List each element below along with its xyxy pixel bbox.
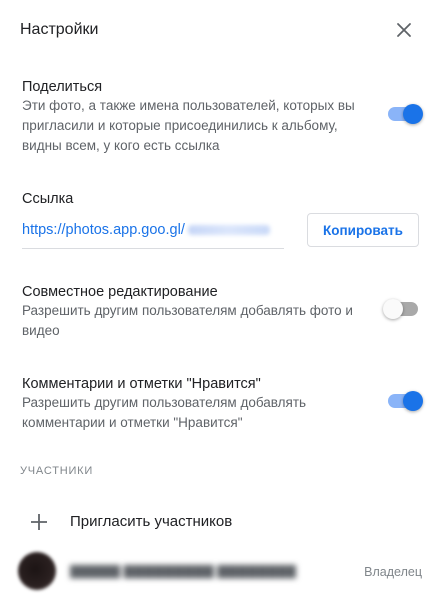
- link-title: Ссылка: [22, 191, 74, 207]
- panel-title: Настройки: [20, 21, 99, 38]
- collab-description: Разрешить другим пользователям добавлять…: [22, 303, 353, 338]
- share-toggle-thumb: [403, 104, 423, 124]
- close-button[interactable]: [392, 18, 416, 42]
- share-link-field[interactable]: https://photos.app.goo.gl/: [22, 218, 284, 249]
- close-icon: [397, 23, 411, 37]
- share-link-url: https://photos.app.goo.gl/: [22, 222, 185, 238]
- collab-title: Совместное редактирование: [22, 284, 218, 300]
- avatar: [18, 552, 56, 590]
- member-row: ▇▇▇▇▇ ▇▇▇▇▇▇▇▇▇ ▇▇▇▇▇▇▇▇▇▇▇▇▇▇ Владелец: [18, 552, 428, 592]
- comments-toggle-thumb: [403, 391, 423, 411]
- copy-link-button[interactable]: Копировать: [307, 213, 419, 247]
- collab-toggle-thumb: [383, 299, 403, 319]
- share-link-redacted: [187, 225, 270, 236]
- plus-icon: [31, 514, 47, 530]
- share-link-text[interactable]: https://photos.app.goo.gl/: [22, 220, 270, 240]
- share-description: Эти фото, а также имена пользователей, к…: [22, 98, 355, 153]
- comments-title: Комментарии и отметки "Нравится": [22, 376, 261, 392]
- share-toggle[interactable]: [387, 104, 423, 124]
- participants-heading: УЧАСТНИКИ: [20, 465, 94, 477]
- comments-toggle[interactable]: [387, 391, 423, 411]
- invite-participants-label: Пригласить участников: [70, 513, 233, 530]
- share-title: Поделиться: [22, 79, 103, 95]
- invite-participants-button[interactable]: Пригласить участников: [20, 505, 420, 539]
- member-name-redacted: ▇▇▇▇▇ ▇▇▇▇▇▇▇▇▇ ▇▇▇▇▇▇▇▇▇▇▇▇▇▇: [70, 563, 296, 578]
- member-role: Владелец: [364, 565, 422, 579]
- comments-description: Разрешить другим пользователям добавлять…: [22, 395, 307, 430]
- settings-panel: Настройки Поделиться Эти фото, а также и…: [0, 0, 437, 608]
- collab-toggle[interactable]: [383, 299, 419, 319]
